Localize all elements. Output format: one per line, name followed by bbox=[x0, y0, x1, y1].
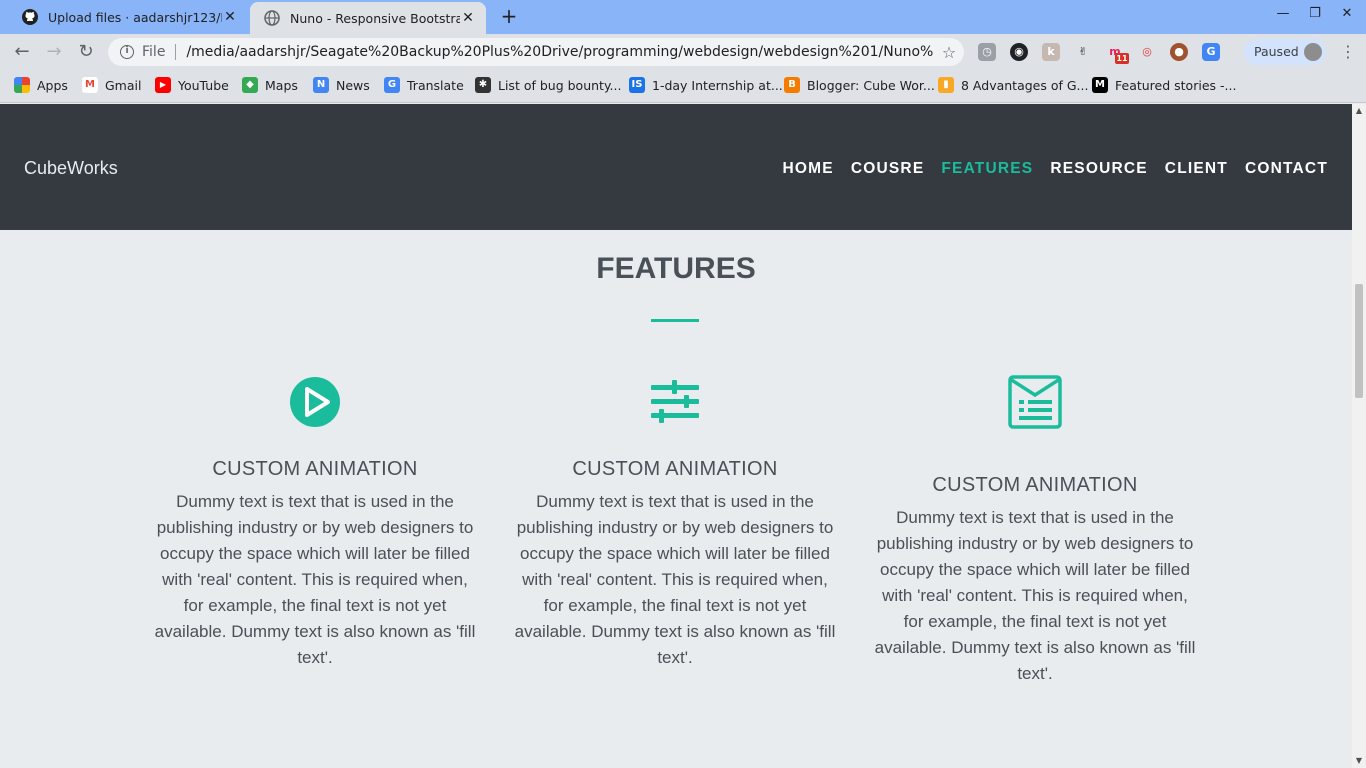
tab-title: Upload files · aadarshjr123/Res bbox=[48, 9, 222, 25]
feature-text: Dummy text is text that is used in the p… bbox=[514, 492, 836, 667]
scroll-up-icon[interactable]: ▲ bbox=[1352, 104, 1366, 118]
bookmark-label: YouTube bbox=[178, 77, 229, 93]
tab-nuno-active[interactable]: Nuno - Responsive Bootstrap T ✕ bbox=[250, 2, 486, 34]
apps-grid-icon bbox=[14, 77, 30, 93]
feature-text: Dummy text is text that is used in the p… bbox=[154, 492, 476, 667]
chart-icon: ▮ bbox=[938, 77, 954, 93]
bookmark-label: Apps bbox=[37, 77, 68, 93]
back-arrow-icon[interactable]: ← bbox=[11, 41, 33, 63]
section-title: FEATURES bbox=[596, 252, 756, 285]
bug-icon: ✱ bbox=[475, 77, 491, 93]
bookmark-translate[interactable]: G Translate bbox=[384, 77, 464, 93]
title-divider bbox=[651, 319, 699, 322]
new-tab-button[interactable]: + bbox=[498, 5, 520, 27]
url-scheme: File bbox=[142, 44, 166, 60]
web-page: CubeWorks HOME COUSRE FEATURES RESOURCE … bbox=[0, 104, 1352, 768]
info-icon[interactable]: i bbox=[120, 45, 134, 59]
nav-home[interactable]: HOME bbox=[783, 160, 834, 178]
site-nav-links: HOME COUSRE FEATURES RESOURCE CLIENT CON… bbox=[766, 160, 1328, 178]
feature-text: Dummy text is text that is used in the p… bbox=[874, 508, 1196, 683]
url-text[interactable]: /media/aadarshjr/Seagate%20Backup%20Plus… bbox=[186, 44, 934, 60]
bookmark-label: 1-day Internship at... bbox=[652, 77, 783, 93]
browser-toolbar: ← → ↻ i File /media/aadarshjr/Seagate%20… bbox=[0, 34, 1366, 70]
extension-icon[interactable]: k bbox=[1042, 43, 1060, 61]
feature-title: CUSTOM ANIMATION bbox=[212, 458, 418, 480]
bookmark-apps[interactable]: Apps bbox=[14, 77, 68, 93]
bookmark-medium[interactable]: M Featured stories -... bbox=[1092, 77, 1236, 93]
tab-strip: Upload files · aadarshjr123/Res ✕ Nuno -… bbox=[0, 0, 1366, 34]
bookmark-news[interactable]: N News bbox=[313, 77, 370, 93]
extension-badge: 11 bbox=[1115, 53, 1129, 64]
translate-extension-icon[interactable]: G bbox=[1202, 43, 1220, 61]
globe-icon bbox=[264, 10, 280, 26]
bookmarks-bar: Apps M Gmail ▶ YouTube ◆ Maps N News G T… bbox=[0, 70, 1366, 103]
bookmark-internship[interactable]: IS 1-day Internship at... bbox=[629, 77, 783, 93]
feature-title: CUSTOM ANIMATION bbox=[572, 458, 778, 480]
feature-title: CUSTOM ANIMATION bbox=[932, 474, 1138, 496]
bookmark-star-icon[interactable]: ☆ bbox=[934, 43, 964, 62]
youtube-icon: ▶ bbox=[155, 77, 171, 93]
close-icon[interactable]: ✕ bbox=[460, 10, 476, 26]
close-icon[interactable]: ✕ bbox=[222, 9, 238, 25]
bookmark-blogger[interactable]: B Blogger: Cube Wor... bbox=[784, 77, 935, 93]
is-icon: IS bbox=[629, 77, 645, 93]
forward-arrow-icon[interactable]: → bbox=[43, 41, 65, 63]
site-brand[interactable]: CubeWorks bbox=[24, 158, 118, 179]
feature-card: CUSTOM ANIMATION Dummy text is text that… bbox=[510, 372, 840, 671]
window-close-icon[interactable]: ✕ bbox=[1337, 6, 1357, 21]
bookmark-label: 8 Advantages of G... bbox=[961, 77, 1089, 93]
maps-icon: ◆ bbox=[242, 77, 258, 93]
news-icon: N bbox=[313, 77, 329, 93]
bookmark-label: Featured stories -... bbox=[1115, 77, 1237, 93]
bookmark-label: Translate bbox=[407, 77, 464, 93]
extension-icon[interactable]: ◉ bbox=[1010, 43, 1028, 61]
nav-resource[interactable]: RESOURCE bbox=[1050, 160, 1147, 178]
bookmark-maps[interactable]: ◆ Maps bbox=[242, 77, 298, 93]
bookmark-youtube[interactable]: ▶ YouTube bbox=[155, 77, 229, 93]
minimize-icon[interactable]: — bbox=[1273, 6, 1293, 21]
medium-icon: M bbox=[1092, 77, 1108, 93]
extension-icon[interactable]: ✌ bbox=[1074, 43, 1092, 61]
avatar bbox=[1304, 43, 1322, 61]
blogger-icon: B bbox=[784, 77, 800, 93]
address-bar[interactable]: i File /media/aadarshjr/Seagate%20Backup… bbox=[108, 38, 964, 66]
gmail-icon: M bbox=[82, 77, 98, 93]
bookmark-bug-bounty[interactable]: ✱ List of bug bounty... bbox=[475, 77, 621, 93]
bookmark-label: Gmail bbox=[105, 77, 142, 93]
bookmark-advantages[interactable]: ▮ 8 Advantages of G... bbox=[938, 77, 1088, 93]
bookmark-label: Maps bbox=[265, 77, 298, 93]
newspaper-icon bbox=[870, 372, 1200, 432]
play-circle-icon bbox=[150, 372, 480, 432]
nav-features[interactable]: FEATURES bbox=[941, 160, 1033, 178]
extension-icon[interactable]: ◷ bbox=[978, 43, 996, 61]
kebab-menu-icon[interactable]: ⋮ bbox=[1340, 42, 1356, 61]
tab-github-upload[interactable]: Upload files · aadarshjr123/Res ✕ bbox=[8, 0, 248, 34]
page-scrollbar[interactable]: ▲ ▼ bbox=[1352, 104, 1366, 768]
feature-card: CUSTOM ANIMATION Dummy text is text that… bbox=[150, 372, 480, 671]
bookmark-gmail[interactable]: M Gmail bbox=[82, 77, 141, 93]
tab-title: Nuno - Responsive Bootstrap T bbox=[290, 10, 460, 26]
scroll-down-icon[interactable]: ▼ bbox=[1352, 754, 1366, 768]
profile-button[interactable]: Paused bbox=[1244, 39, 1326, 65]
profile-status: Paused bbox=[1254, 44, 1299, 59]
extension-icon[interactable]: ◎ bbox=[1138, 43, 1156, 61]
reload-icon[interactable]: ↻ bbox=[75, 41, 97, 63]
github-icon bbox=[22, 9, 38, 25]
bookmark-label: Blogger: Cube Wor... bbox=[807, 77, 935, 93]
translate-icon: G bbox=[384, 77, 400, 93]
sliders-icon bbox=[510, 372, 840, 432]
nav-client[interactable]: CLIENT bbox=[1165, 160, 1228, 178]
nav-contact[interactable]: CONTACT bbox=[1245, 160, 1328, 178]
nav-course[interactable]: COUSRE bbox=[851, 160, 925, 178]
restore-icon[interactable]: ❐ bbox=[1305, 6, 1325, 21]
bookmark-label: List of bug bounty... bbox=[498, 77, 622, 93]
cookie-icon[interactable]: ● bbox=[1170, 43, 1188, 61]
scrollbar-thumb[interactable] bbox=[1355, 284, 1363, 398]
omnibox-divider bbox=[175, 44, 177, 60]
feature-card: CUSTOM ANIMATION Dummy text is text that… bbox=[870, 372, 1200, 687]
bookmark-label: News bbox=[336, 77, 370, 93]
site-navbar: CubeWorks HOME COUSRE FEATURES RESOURCE … bbox=[0, 104, 1352, 230]
